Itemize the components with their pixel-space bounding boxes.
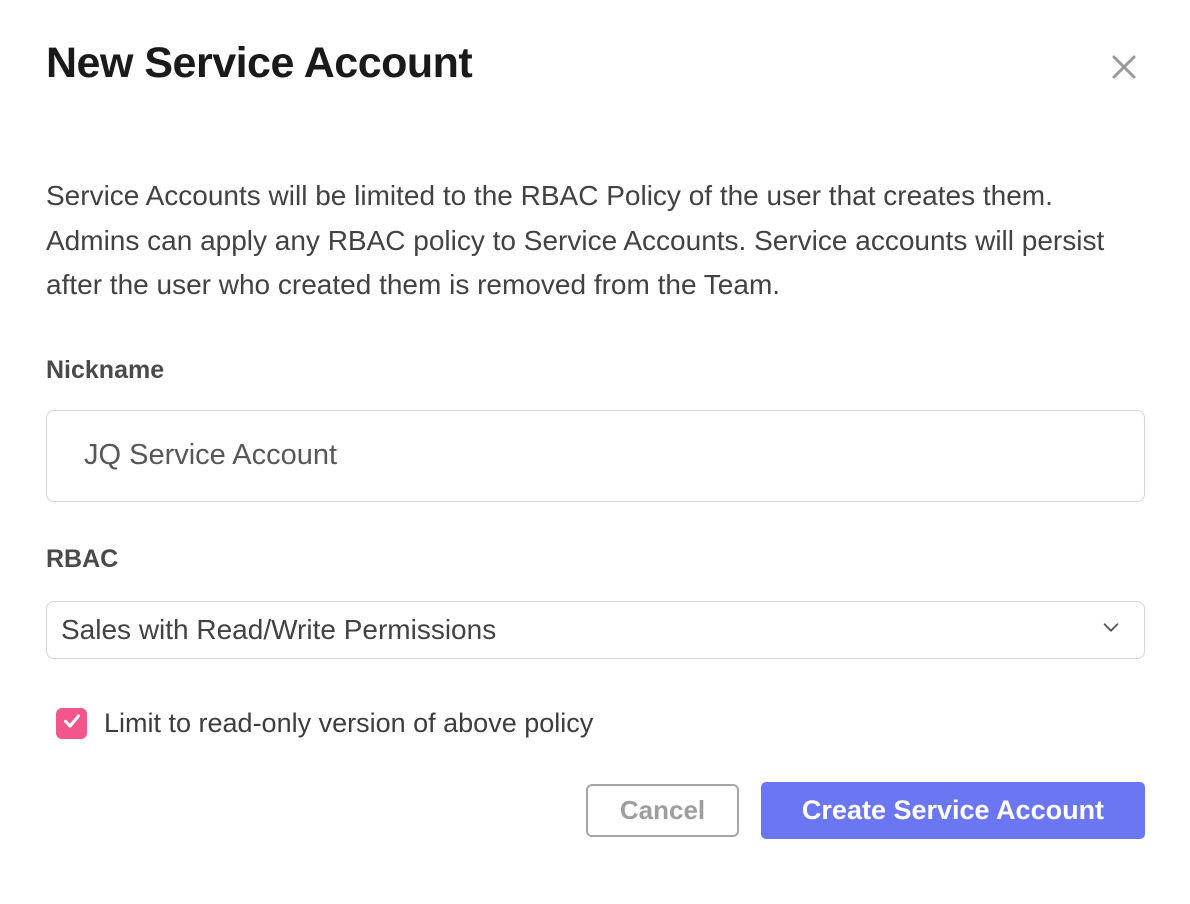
cancel-button[interactable]: Cancel bbox=[586, 784, 739, 837]
rbac-selected-value: Sales with Read/Write Permissions bbox=[61, 614, 496, 646]
rbac-select[interactable]: Sales with Read/Write Permissions bbox=[46, 601, 1145, 659]
read-only-checkbox-label: Limit to read-only version of above poli… bbox=[104, 708, 593, 739]
modal-header: New Service Account bbox=[46, 38, 1145, 88]
modal-actions: Cancel Create Service Account bbox=[46, 782, 1145, 839]
checkmark-icon bbox=[61, 710, 83, 737]
read-only-checkbox[interactable] bbox=[56, 708, 87, 739]
nickname-label: Nickname bbox=[46, 356, 1145, 385]
new-service-account-modal: New Service Account Service Accounts wil… bbox=[0, 0, 1190, 904]
read-only-checkbox-row[interactable]: Limit to read-only version of above poli… bbox=[56, 708, 1145, 739]
modal-description: Service Accounts will be limited to the … bbox=[46, 174, 1145, 308]
close-button[interactable] bbox=[1103, 46, 1145, 88]
rbac-label: RBAC bbox=[46, 545, 1145, 574]
nickname-input[interactable] bbox=[46, 410, 1145, 502]
chevron-down-icon bbox=[1100, 616, 1122, 643]
create-service-account-button[interactable]: Create Service Account bbox=[761, 782, 1145, 839]
close-icon bbox=[1109, 70, 1139, 85]
modal-title: New Service Account bbox=[46, 38, 472, 88]
